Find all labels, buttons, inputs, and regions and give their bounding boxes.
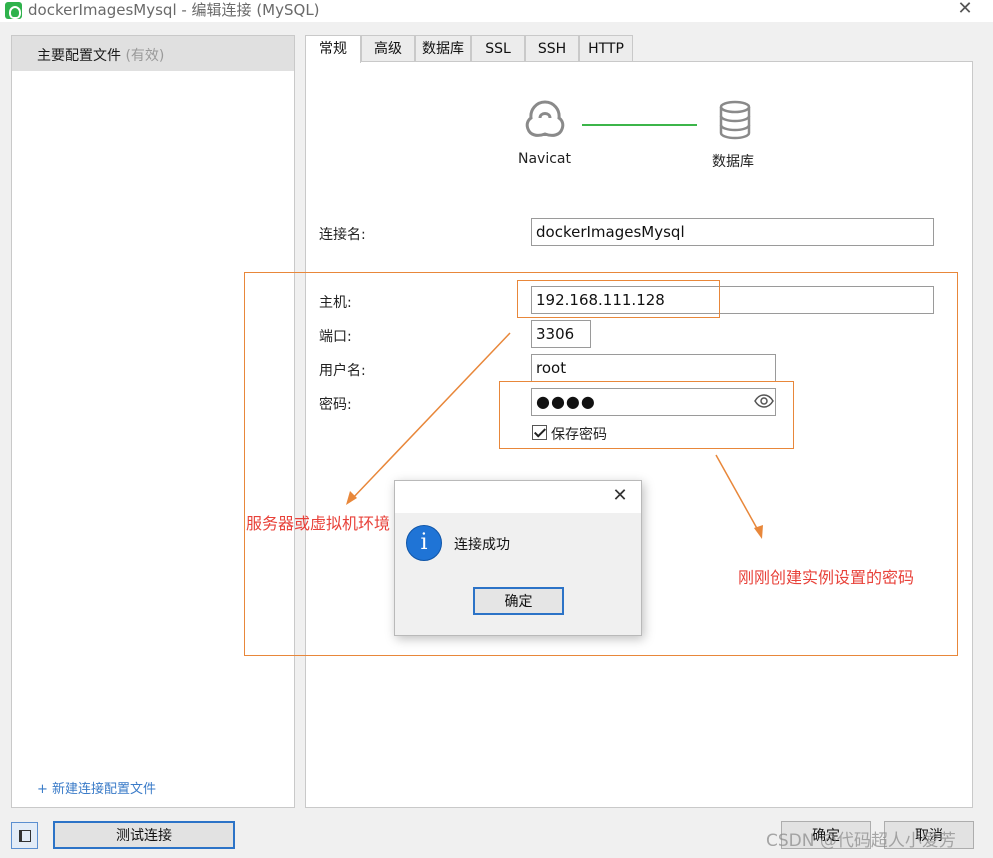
- navicat-icon: [525, 100, 565, 137]
- database-icon: [719, 100, 751, 140]
- tab-general[interactable]: 常规: [305, 35, 361, 63]
- profile-status: (有效): [125, 48, 165, 64]
- window-title: dockerImagesMysql - 编辑连接 (MySQL): [28, 1, 320, 19]
- tab-database[interactable]: 数据库: [415, 35, 471, 62]
- profile-label: 主要配置文件 (有效): [37, 48, 165, 64]
- host-annotation: 服务器或虚拟机环境: [246, 514, 391, 533]
- title-bar: dockerImagesMysql - 编辑连接 (MySQL) ✕: [0, 0, 993, 22]
- annotation-password-box: [499, 381, 794, 449]
- watermark: CSDN @代码超人小爱芳: [766, 831, 956, 851]
- navicat-label: Navicat: [518, 151, 571, 167]
- sidebar-toggle-button[interactable]: [11, 822, 38, 849]
- dialog-title-bar: ✕: [395, 481, 641, 513]
- tab-advanced[interactable]: 高级: [361, 35, 415, 62]
- sidebar-item-main-profile[interactable]: 主要配置文件 (有效): [12, 36, 294, 71]
- close-icon[interactable]: ✕: [956, 0, 974, 18]
- info-icon: i: [406, 525, 442, 561]
- test-connection-button[interactable]: 测试连接: [53, 821, 235, 849]
- dialog-message: 连接成功: [454, 537, 510, 553]
- new-profile-link[interactable]: + 新建连接配置文件: [37, 778, 156, 797]
- tab-ssh[interactable]: SSH: [525, 35, 579, 62]
- navicat-app-icon: [5, 2, 22, 19]
- database-label: 数据库: [712, 154, 754, 170]
- connection-line: [582, 124, 697, 126]
- connection-name-label: 连接名:: [319, 227, 366, 243]
- success-dialog: ✕ i 连接成功 确定: [394, 480, 642, 636]
- connection-name-input[interactable]: dockerImagesMysql: [531, 218, 934, 246]
- tab-ssl[interactable]: SSL: [471, 35, 525, 62]
- dialog-ok-button[interactable]: 确定: [473, 587, 564, 615]
- password-annotation: 刚刚创建实例设置的密码: [738, 568, 915, 587]
- tab-http[interactable]: HTTP: [579, 35, 633, 62]
- panel-toggle-icon: [19, 830, 31, 842]
- annotation-host-box: [517, 280, 720, 318]
- dialog-close-icon[interactable]: ✕: [611, 487, 629, 505]
